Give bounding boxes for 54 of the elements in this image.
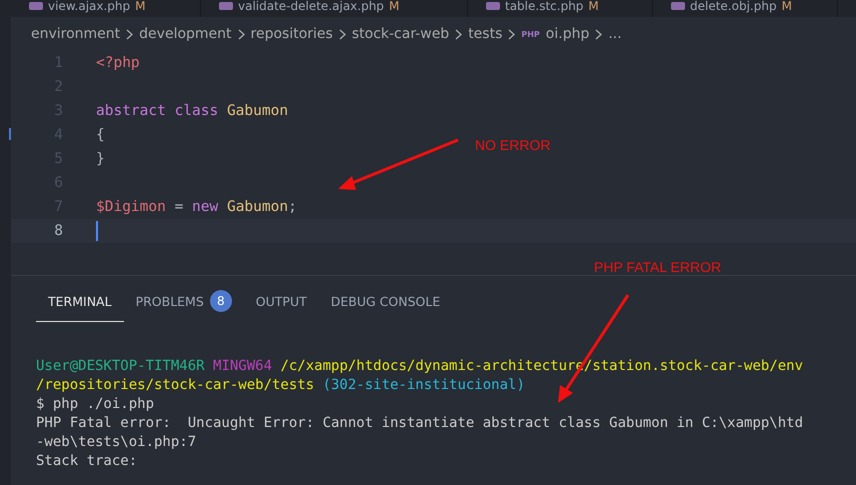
line-number: 8 bbox=[53, 223, 63, 239]
editor-tab[interactable]: view.ajax.php M bbox=[11, 0, 201, 17]
terminal-line: PHP Fatal error: Uncaught Error: Cannot instantiate abstract class Gabumon in C:\xampp\htd bbox=[36, 414, 804, 433]
terminal-line: $ php ./oi.php bbox=[36, 395, 156, 414]
tab-label: OUTPUT bbox=[256, 294, 307, 308]
annotation-label: PHP FATAL ERROR bbox=[594, 259, 722, 275]
php-file-icon bbox=[486, 2, 500, 10]
code-line: } bbox=[96, 151, 105, 167]
tab-label: validate-delete.ajax.php bbox=[238, 0, 384, 12]
count-badge: 8 bbox=[210, 290, 232, 312]
breadcrumb-item[interactable]: oi.php bbox=[546, 26, 590, 42]
editor-tab[interactable]: table.stc.php M bbox=[468, 0, 653, 17]
modified-label: M bbox=[388, 0, 400, 12]
editor-tab[interactable]: validate-delete.ajax.php M bbox=[201, 0, 468, 17]
code-line: { bbox=[96, 127, 105, 143]
breadcrumb-item[interactable]: repositories bbox=[250, 26, 333, 42]
tab-label: TERMINAL bbox=[48, 294, 112, 308]
chevron-icon bbox=[455, 28, 462, 40]
tab-label: DEBUG CONSOLE bbox=[330, 294, 440, 308]
tab-label: table.stc.php bbox=[505, 0, 584, 12]
breadcrumb-item[interactable]: stock-car-web bbox=[352, 26, 450, 42]
tab-label: view.ajax.php bbox=[48, 0, 130, 12]
breadcrumb-item[interactable]: environment bbox=[31, 26, 120, 42]
chevron-icon bbox=[238, 28, 245, 40]
tab-label: PROBLEMS bbox=[136, 294, 204, 308]
activity-indicator bbox=[9, 128, 11, 140]
chevron-icon bbox=[508, 28, 516, 40]
php-file-icon bbox=[219, 2, 233, 10]
terminal-line: Stack trace: bbox=[36, 452, 138, 471]
breadcrumb-item[interactable]: development bbox=[139, 26, 232, 42]
text-cursor bbox=[96, 221, 98, 241]
modified-label: M bbox=[782, 0, 792, 12]
code-line: $Digimon = new Gabumon; bbox=[96, 199, 297, 215]
tab-label: delete.obj.php bbox=[690, 0, 777, 12]
code-line: abstract class Gabumon bbox=[96, 103, 288, 119]
modified-label: M bbox=[588, 0, 599, 12]
chevron-icon bbox=[126, 28, 134, 40]
modified-label: M bbox=[135, 0, 146, 12]
php-file-icon bbox=[29, 2, 43, 10]
terminal-line: -web\tests\oi.php:7 bbox=[36, 433, 198, 452]
annotation-label: NO ERROR bbox=[475, 137, 550, 153]
breadcrumb-more[interactable]: ... bbox=[608, 26, 622, 42]
panel-tab[interactable]: OUTPUT bbox=[244, 289, 319, 322]
terminal-line: /repositories/stock-car-web/tests (302-site-institucional) bbox=[36, 376, 526, 395]
chevron-icon bbox=[338, 28, 346, 40]
editor-tab[interactable]: delete.obj.php M bbox=[653, 0, 838, 17]
panel-tab[interactable]: PROBLEMS 8 bbox=[124, 289, 244, 322]
breadcrumb-item[interactable]: tests bbox=[468, 26, 502, 42]
chevron-icon bbox=[595, 28, 602, 40]
php-file-icon bbox=[671, 2, 685, 10]
code-line: <?php bbox=[96, 55, 140, 71]
panel-tab[interactable]: TERMINAL bbox=[36, 289, 124, 322]
php-file-icon: PHP bbox=[521, 30, 540, 38]
panel-tab[interactable]: DEBUG CONSOLE bbox=[318, 289, 452, 322]
